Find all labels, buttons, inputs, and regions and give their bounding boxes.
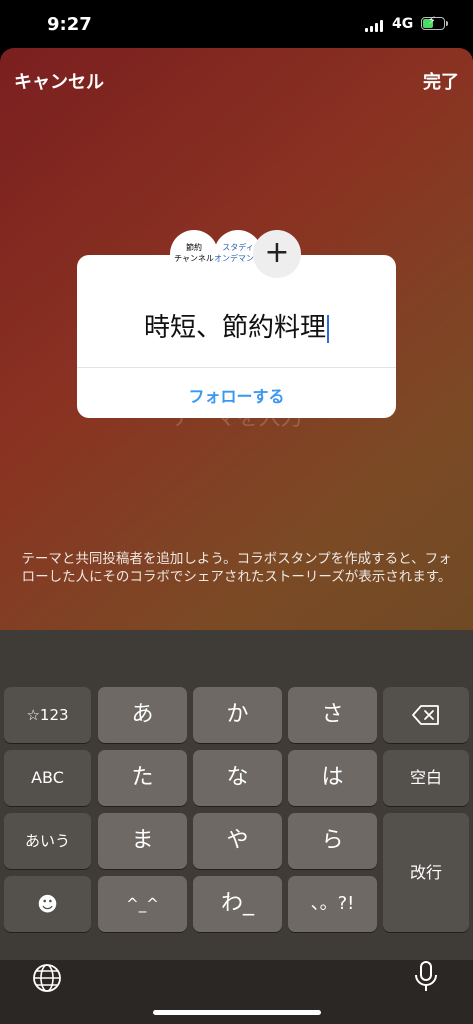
done-button[interactable]: 完了 — [423, 68, 459, 94]
key-wa[interactable]: わ_ — [193, 876, 282, 932]
key-a[interactable]: あ — [98, 687, 187, 743]
key-sa[interactable]: さ — [288, 687, 377, 743]
collab-sticker-sheet: キャンセル 完了 テーマを入力 時短、節約料理 フォローする 節約 チャンネル … — [0, 48, 473, 658]
battery-tip — [446, 21, 448, 26]
key-punctuation[interactable]: 、。?! — [288, 876, 377, 932]
key-ha[interactable]: は — [288, 750, 377, 806]
follow-button[interactable]: フォローする — [77, 383, 396, 407]
key-ra[interactable]: ら — [288, 813, 377, 869]
status-time: 9:27 — [47, 14, 92, 35]
delete-key[interactable] — [383, 687, 469, 743]
key-na[interactable]: な — [193, 750, 282, 806]
key-ta[interactable]: た — [98, 750, 187, 806]
collab-title-input[interactable]: 時短、節約料理 — [77, 307, 396, 344]
key-hiragana[interactable]: あいう — [4, 813, 91, 869]
keyboard: ☆123 あ か さ ABC た な は 空白 あいう ま や ら 改行 ☻ ^… — [0, 630, 473, 1024]
key-kaomoji[interactable]: ^_^ — [98, 876, 187, 932]
text-cursor — [327, 314, 329, 343]
collaborator-avatar-1[interactable]: 節約 チャンネル — [170, 230, 218, 278]
key-numbers[interactable]: ☆123 — [4, 687, 91, 743]
space-key[interactable]: 空白 — [383, 750, 469, 806]
collab-card: 時短、節約料理 フォローする — [77, 255, 396, 418]
home-indicator — [153, 1010, 321, 1015]
key-ka[interactable]: か — [193, 687, 282, 743]
network-type: 4G — [392, 16, 414, 32]
add-collaborator-button[interactable]: + — [253, 230, 301, 278]
cancel-button[interactable]: キャンセル — [14, 68, 104, 94]
emoji-key[interactable]: ☻ — [4, 876, 91, 932]
microphone-icon[interactable] — [414, 961, 438, 993]
description-text: テーマと共同投稿者を追加しよう。コラボスタンプを作成すると、フォローした人にその… — [21, 551, 452, 585]
globe-icon[interactable] — [32, 963, 62, 993]
status-bar: 9:27 4G ⚡ — [0, 0, 473, 48]
collab-title-text: 時短、節約料理 — [143, 313, 326, 343]
key-ma[interactable]: ま — [98, 813, 187, 869]
collaborator-1-line1: 節約 — [186, 243, 202, 252]
card-divider — [77, 367, 396, 368]
collaborator-1-line2: チャンネル — [174, 254, 214, 263]
signal-icon — [365, 20, 385, 32]
delete-icon — [412, 705, 439, 725]
key-ya[interactable]: や — [193, 813, 282, 869]
key-abc[interactable]: ABC — [4, 750, 91, 806]
enter-key[interactable]: 改行 — [383, 813, 469, 932]
battery-icon: ⚡ — [421, 14, 445, 30]
